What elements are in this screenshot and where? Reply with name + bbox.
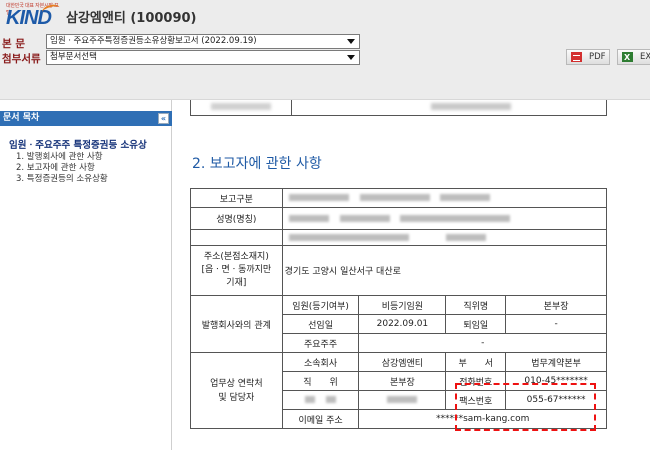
name-label: 성명(명칭) (190, 207, 283, 230)
toc-root-item[interactable]: 임원ㆍ주요주주 특정증권등 소유상 (9, 137, 147, 151)
pdf-button[interactable]: PDF (566, 49, 610, 65)
toc-sidebar: 문서 목차 « 임원ㆍ주요주주 특정증권등 소유상 1. 발행회사에 관한 사항… (0, 100, 172, 450)
officer-status-label: 임원(등기여부) (281, 295, 360, 315)
resigned-label: 퇴임일 (445, 314, 507, 334)
report-type-value (281, 188, 608, 208)
table-row: 보고구분 (190, 188, 608, 208)
major-holder-value: - (358, 333, 607, 353)
toc-item-holdings[interactable]: 3. 특정증권등의 소유상황 (16, 172, 108, 184)
contact-name-value (358, 390, 447, 410)
company-value: 삼강엠앤티 (358, 352, 447, 372)
document-content: 2. 보고자에 관한 사항 보고구분 성명(명칭) 주소(본점소재지) [읍ㆍ면… (173, 100, 650, 450)
dept-value: 법무계약본부 (505, 352, 607, 372)
redacted-text (445, 233, 486, 241)
chevron-down-icon (347, 55, 355, 60)
relation-label: 발행회사와의 관계 (190, 295, 283, 353)
pdf-icon (571, 52, 582, 62)
redacted-text (440, 194, 491, 201)
major-holder-label: 주요주주 (281, 333, 360, 353)
redacted-text (288, 214, 329, 222)
email-label: 이메일 주소 (281, 409, 360, 429)
company-label: 소속회사 (281, 352, 360, 372)
dept-label: 부 서 (445, 352, 507, 372)
excel-button-label: EXC (640, 52, 650, 62)
collapse-icon[interactable]: « (158, 113, 169, 124)
title-value: 본부장 (358, 371, 447, 391)
report-type-label: 보고구분 (190, 188, 283, 208)
main-doc-label: 본 문 (2, 38, 25, 50)
redacted-text (400, 214, 511, 222)
redacted-text (211, 103, 271, 110)
attachment-select[interactable]: 첨부문서선택 (46, 50, 360, 65)
table-row: 성명(명칭) (190, 207, 608, 230)
title-label: 직 위 (281, 371, 360, 391)
highlight-annotation (455, 383, 596, 431)
pdf-button-label: PDF (589, 52, 606, 62)
resigned-value: - (505, 314, 607, 334)
position-value: 본부장 (505, 295, 607, 315)
table-row: 업무상 연락처 및 담당자 소속회사 삼강엠앤티 부 서 법무계약본부 (190, 352, 607, 429)
excel-button[interactable]: EXC (617, 49, 650, 65)
top-header: 대한민국 대표 자본시장 포털 KIND 삼강엠앤티 (100090) 본 문 … (0, 0, 650, 100)
redacted-text (431, 103, 511, 110)
name-value (281, 207, 608, 230)
main-doc-select[interactable]: 임원ㆍ주요주주특정증권등소유상황보고서 (2022.09.19) (46, 34, 360, 49)
contact-name-label (281, 390, 360, 410)
table-row: 주소(본점소재지) [읍ㆍ면ㆍ동까지만 기재] 경기도 고양시 일산서구 대산로 (190, 245, 608, 296)
attachment-select-value: 첨부문서선택 (50, 52, 97, 62)
address-label: 주소(본점소재지) [읍ㆍ면ㆍ동까지만 기재] (190, 245, 283, 296)
redacted-text (288, 194, 349, 201)
table-row (190, 229, 608, 246)
appointed-label: 선임일 (281, 314, 360, 334)
redacted-text (326, 396, 336, 403)
section-title: 2. 보고자에 관한 사항 (192, 156, 322, 172)
name-value-2 (281, 229, 608, 246)
contact-label: 업무상 연락처 및 담당자 (190, 352, 283, 429)
table-row: 발행회사와의 관계 임원(등기여부) 비등기임원 직위명 본부장 (190, 295, 607, 353)
redacted-text (288, 233, 409, 241)
toc-title: 문서 목차 (3, 113, 40, 123)
toc-header: 문서 목차 « (0, 111, 172, 126)
kind-logo[interactable]: 대한민국 대표 자본시장 포털 KIND (4, 2, 61, 30)
appointed-value: 2022.09.01 (358, 314, 447, 334)
company-title: 삼강엠앤티 (100090) (66, 11, 197, 26)
redacted-text (305, 396, 316, 403)
redacted-text (387, 396, 418, 403)
officer-status-value: 비등기임원 (358, 295, 447, 315)
address-value: 경기도 고양시 일산서구 대산로 (281, 245, 608, 296)
position-label: 직위명 (445, 295, 507, 315)
attachment-label: 첨부서류 (2, 53, 41, 65)
excel-icon (622, 51, 633, 65)
redacted-text (339, 214, 390, 222)
previous-table-tail (190, 100, 607, 116)
chevron-down-icon (347, 39, 355, 44)
main-doc-select-value: 임원ㆍ주요주주특정증권등소유상황보고서 (2022.09.19) (50, 36, 257, 46)
name-label-2 (190, 229, 283, 246)
redacted-text (359, 194, 430, 201)
